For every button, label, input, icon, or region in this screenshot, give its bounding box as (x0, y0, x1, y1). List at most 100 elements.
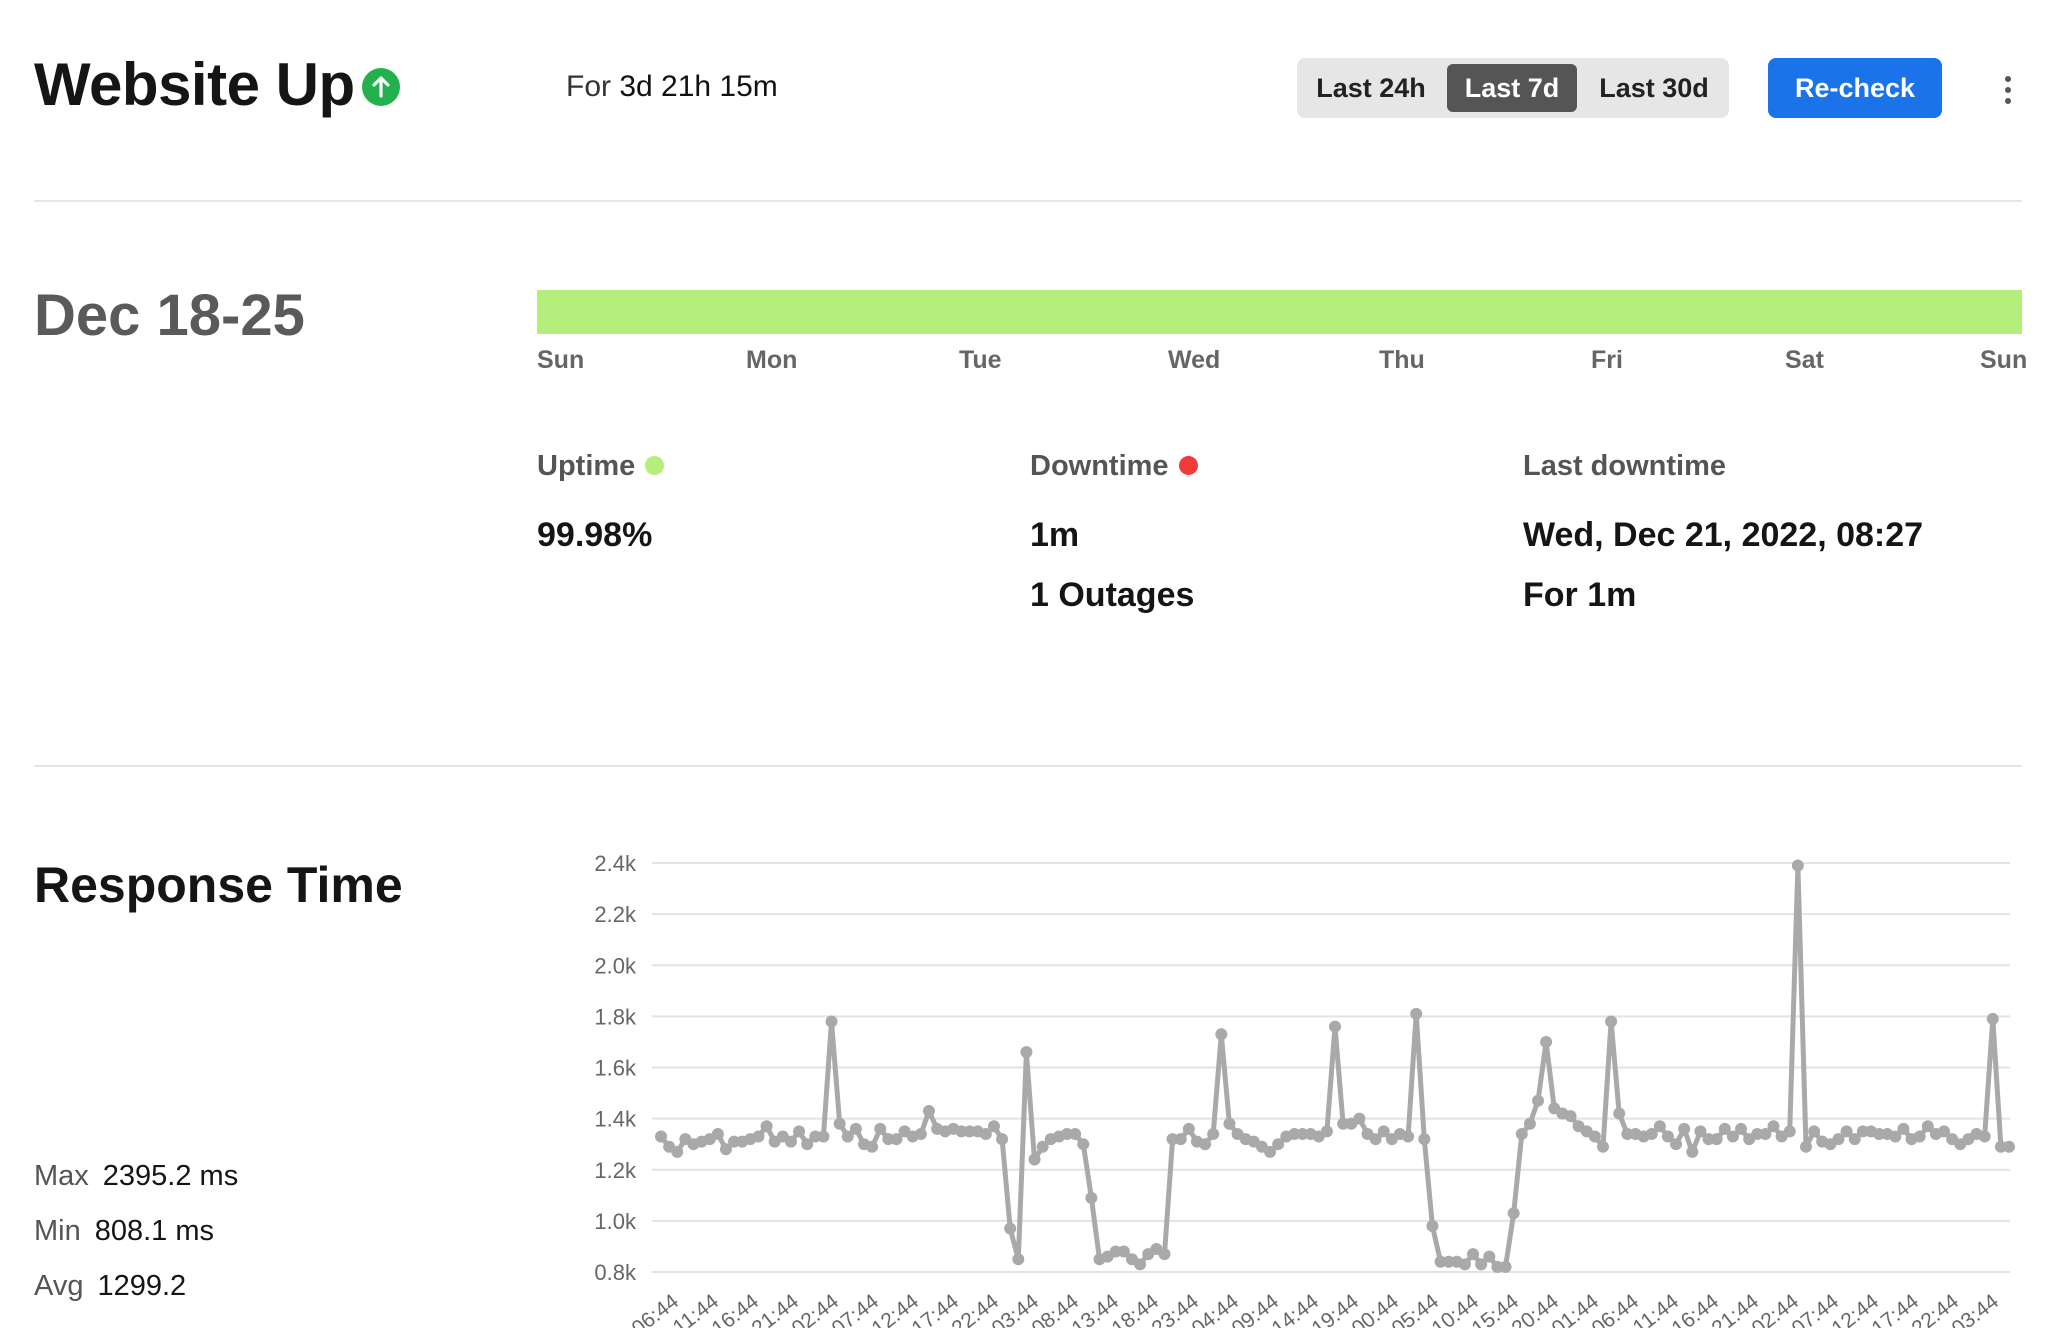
data-point (1605, 1015, 1618, 1028)
data-point (1986, 1012, 1999, 1025)
for-value: 3d 21h 15m (619, 70, 778, 103)
data-point (1613, 1107, 1626, 1120)
y-tick-label: 1.8k (594, 1004, 637, 1029)
y-tick-label: 1.2k (594, 1158, 637, 1183)
data-point (1077, 1138, 1090, 1151)
outages-count: 1 Outages (1030, 576, 1195, 614)
data-point (1588, 1130, 1601, 1143)
series-line (659, 863, 2009, 1270)
data-point (760, 1120, 773, 1133)
more-vertical-icon[interactable] (1998, 70, 2018, 110)
data-point (1735, 1122, 1748, 1135)
data-point (711, 1127, 724, 1140)
y-tick-label: 1.0k (594, 1209, 637, 1234)
data-point (874, 1122, 887, 1135)
y-tick-label: 0.8k (594, 1260, 637, 1285)
data-point (1223, 1117, 1236, 1130)
uptime-dot-icon (645, 455, 665, 475)
data-point (1174, 1133, 1187, 1146)
avg-metric: Avg 1299.2 (34, 1270, 186, 1303)
data-point (1215, 1028, 1228, 1041)
data-point (1199, 1138, 1212, 1151)
data-point (1402, 1130, 1415, 1143)
downtime-dot-icon (1178, 455, 1198, 475)
data-point (1158, 1248, 1171, 1261)
uptime-bar (537, 290, 2022, 334)
downtime-label: Downtime (1030, 450, 1198, 483)
data-point (671, 1145, 684, 1158)
data-point (1410, 1007, 1423, 1020)
range-button-30d[interactable]: Last 30d (1585, 64, 1723, 112)
last-downtime-value: Wed, Dec 21, 2022, 08:27 (1523, 516, 1924, 554)
day-label: Sun (537, 346, 585, 374)
data-point (1207, 1127, 1220, 1140)
data-point (1085, 1191, 1098, 1204)
data-point (1532, 1094, 1545, 1107)
data-point (1418, 1133, 1431, 1146)
data-point (1028, 1153, 1041, 1166)
data-point (1483, 1250, 1496, 1263)
avg-label: Avg (34, 1270, 84, 1302)
data-point (1458, 1258, 1471, 1271)
data-point (1329, 1020, 1341, 1033)
range-button-24h[interactable]: Last 24h (1303, 64, 1439, 112)
data-point (784, 1135, 797, 1148)
data-point (1540, 1035, 1553, 1048)
data-point (866, 1140, 879, 1153)
range-button-7d[interactable]: Last 7d (1447, 64, 1577, 112)
downtime-label-text: Downtime (1030, 450, 1169, 482)
day-label: Sun (1980, 346, 2028, 374)
data-point (1783, 1125, 1796, 1138)
avg-value: 1299.2 (97, 1270, 187, 1302)
data-point (1799, 1140, 1812, 1153)
data-point (1320, 1125, 1333, 1138)
data-point (1670, 1138, 1683, 1151)
data-point (922, 1104, 935, 1117)
y-tick-label: 2.0k (594, 953, 637, 978)
downtime-value: 1m (1030, 516, 1080, 554)
recheck-button[interactable]: Re-check (1768, 58, 1942, 118)
date-range: Dec 18-25 (34, 283, 305, 348)
day-label: Wed (1168, 346, 1221, 374)
data-point (752, 1130, 765, 1143)
data-point (1353, 1112, 1366, 1125)
y-tick-label: 2.4k (594, 851, 637, 876)
data-point (1069, 1127, 1082, 1140)
response-time-chart: 0.8k1.0k1.2k1.4k1.6k1.8k2.0k2.2k2.4k06:4… (594, 851, 2015, 1328)
last-downtime-label: Last downtime (1523, 450, 1727, 482)
data-point (825, 1015, 838, 1028)
data-point (1004, 1222, 1017, 1235)
data-point (1182, 1122, 1195, 1135)
min-label: Min (34, 1215, 81, 1247)
data-point (1913, 1130, 1926, 1143)
uptime-duration: For 3d 21h 15m (566, 70, 778, 104)
data-point (817, 1130, 830, 1143)
max-metric: Max 2395.2 ms (34, 1160, 238, 1193)
data-point (987, 1120, 1000, 1133)
data-point (1515, 1127, 1528, 1140)
min-metric: Min 808.1 ms (34, 1215, 214, 1248)
data-point (1020, 1046, 1033, 1059)
uptime-label: Uptime (537, 450, 665, 483)
data-point (1467, 1248, 1480, 1261)
data-point (793, 1125, 806, 1138)
data-point (1897, 1122, 1910, 1135)
data-point (2003, 1140, 2015, 1153)
divider (34, 200, 2022, 202)
data-point (1678, 1122, 1691, 1135)
page-title: Website Up (34, 51, 355, 118)
arrow-up-circle-icon (362, 68, 400, 106)
data-point (1499, 1260, 1512, 1273)
y-tick-label: 1.6k (594, 1056, 637, 1081)
data-point (996, 1133, 1009, 1146)
day-label: Sat (1785, 346, 1824, 374)
data-point (655, 1130, 667, 1143)
data-point (1596, 1140, 1609, 1153)
day-label: Fri (1591, 346, 1623, 374)
response-time-title: Response Time (34, 857, 403, 913)
data-point (1564, 1110, 1577, 1123)
max-label: Max (34, 1160, 89, 1192)
y-tick-label: 1.4k (594, 1107, 637, 1132)
data-point (1134, 1258, 1147, 1271)
data-point (1426, 1219, 1439, 1232)
